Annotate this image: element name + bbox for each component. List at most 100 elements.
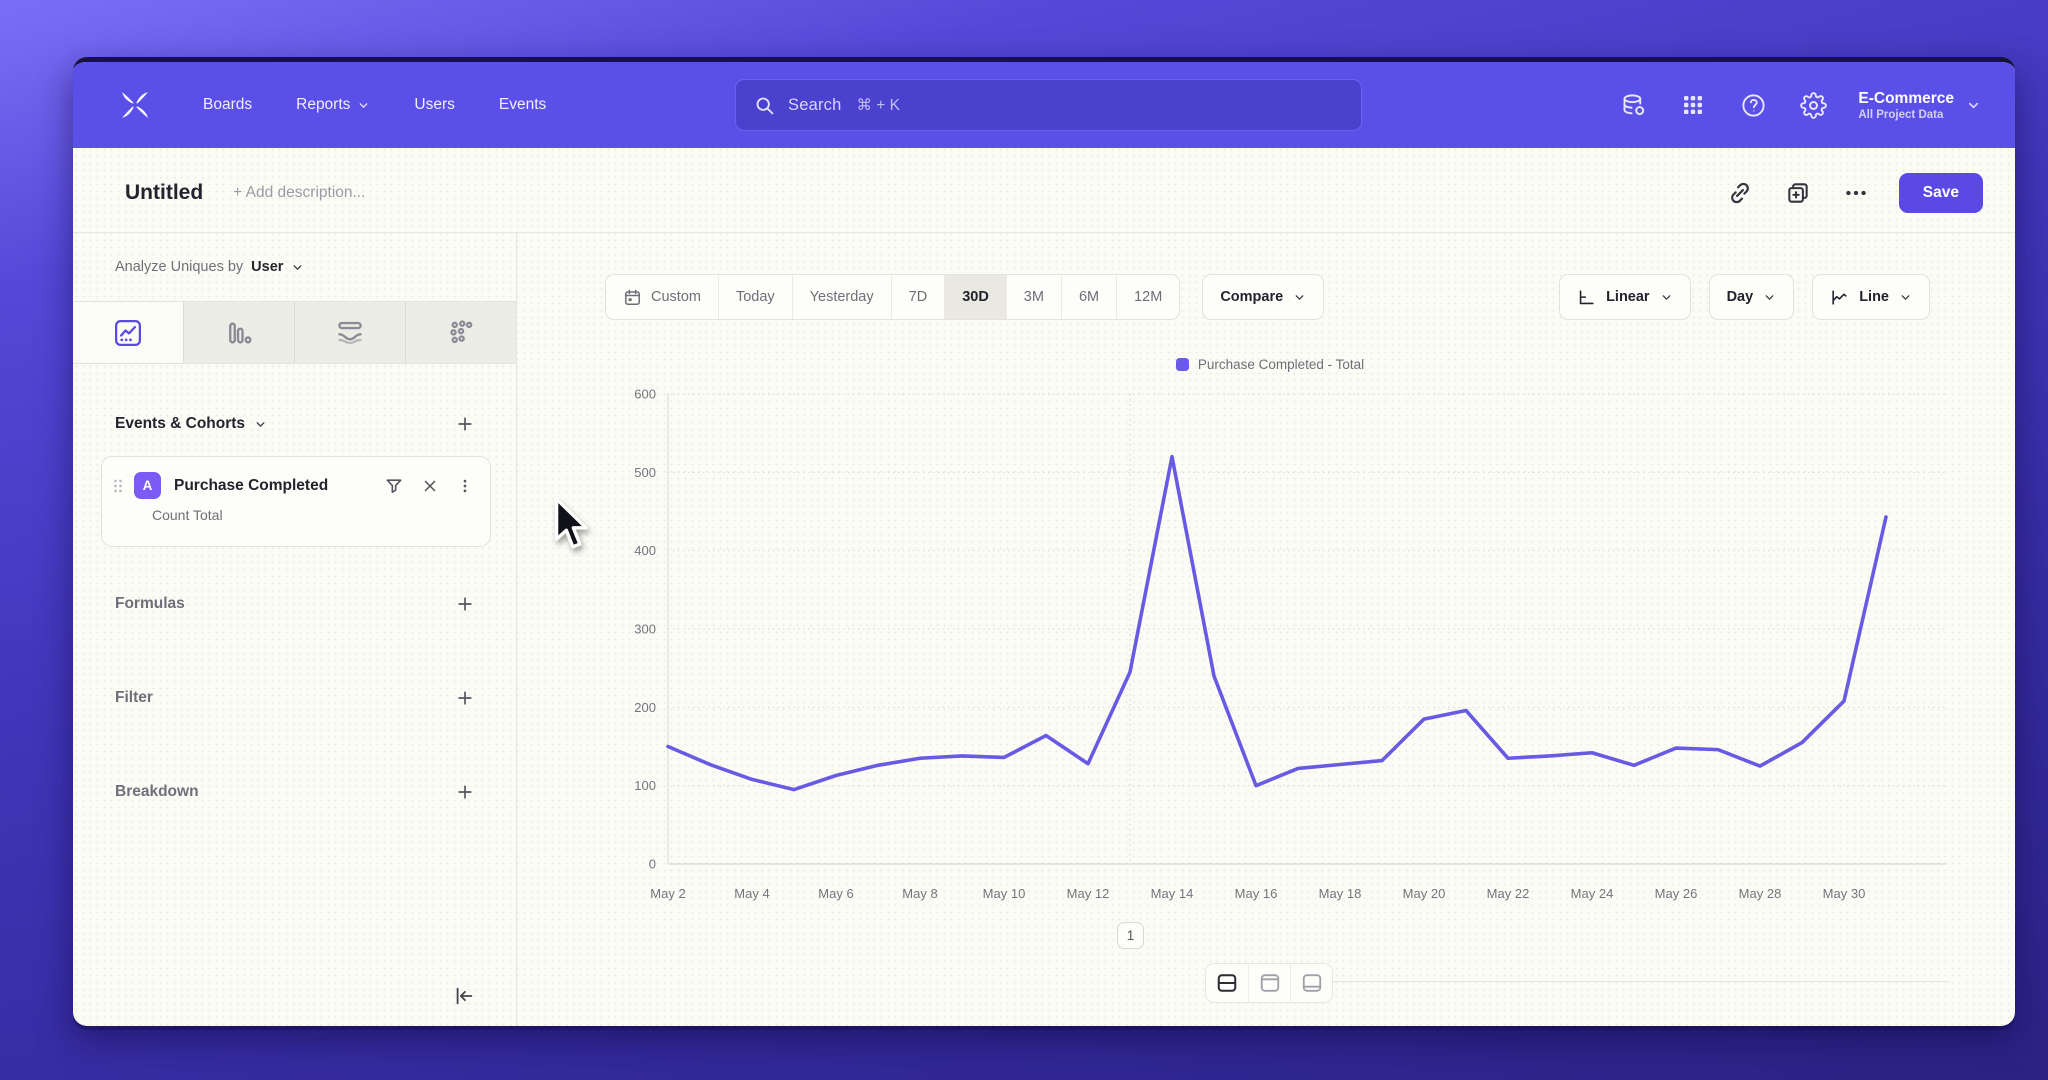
range-custom[interactable]: Custom [606, 275, 718, 319]
x-tick-label: May 12 [1067, 886, 1110, 901]
drag-handle-icon[interactable] [112, 477, 124, 495]
x-tick-label: May 28 [1739, 886, 1782, 901]
plus-icon [455, 688, 475, 708]
nav-item-users[interactable]: Users [396, 86, 472, 124]
range-6m[interactable]: 6M [1061, 275, 1116, 319]
workspace-switcher[interactable]: E-Commerce All Project Data [1858, 89, 1981, 120]
chevron-down-icon [1293, 291, 1306, 304]
event-aggregation[interactable]: Count Total [152, 507, 490, 523]
nav-item-reports[interactable]: Reports [278, 86, 388, 124]
tab-flows[interactable] [295, 302, 406, 363]
compare-button[interactable]: Compare [1202, 274, 1324, 320]
filter-section: Filter [115, 685, 478, 711]
legend-label: Purchase Completed - Total [1198, 357, 1364, 372]
linear-axis-icon [1577, 288, 1596, 307]
plus-icon [455, 414, 475, 434]
search-input[interactable]: Search ⌘ + K [735, 79, 1362, 131]
range-yesterday[interactable]: Yesterday [792, 275, 891, 319]
layout-top-bar-button[interactable] [1248, 964, 1290, 1002]
help-icon[interactable] [1738, 90, 1768, 120]
analyze-uniques-row: Analyze Uniques by User [115, 259, 304, 275]
events-cohorts-toggle[interactable]: Events & Cohorts [115, 415, 267, 433]
x-tick-label: May 26 [1655, 886, 1698, 901]
range-30d[interactable]: 30D [944, 275, 1006, 319]
collapse-sidebar-button[interactable] [450, 982, 478, 1010]
range-12m[interactable]: 12M [1116, 275, 1179, 319]
tab-line-chart[interactable] [73, 302, 184, 363]
plus-icon [455, 782, 475, 802]
events-cohorts-header: Events & Cohorts [115, 411, 478, 437]
search-icon [754, 95, 775, 116]
range-3m[interactable]: 3M [1006, 275, 1061, 319]
chevron-down-icon [1763, 291, 1776, 304]
x-tick-label: May 22 [1487, 886, 1530, 901]
x-tick-label: May 14 [1151, 886, 1194, 901]
layout-split-middle-icon [1216, 972, 1238, 994]
y-tick-label: 0 [649, 857, 656, 872]
layout-split-middle-button[interactable] [1206, 964, 1248, 1002]
apps-grid-icon[interactable] [1678, 90, 1708, 120]
legend-item[interactable]: Purchase Completed - Total [1176, 357, 1364, 372]
chevron-down-icon [1660, 291, 1673, 304]
x-tick-label: May 30 [1823, 886, 1866, 901]
add-filter-button[interactable] [452, 685, 478, 711]
chart-type-select[interactable]: Line [1812, 274, 1930, 320]
flows-icon [335, 318, 365, 348]
mixpanel-logo-icon[interactable] [113, 83, 157, 127]
line-type-icon [1830, 288, 1849, 307]
layout-toggle-group [1205, 963, 1333, 1003]
chevron-down-icon [254, 418, 267, 431]
analyze-prefix: Analyze Uniques by [115, 259, 243, 275]
chart-panel: CustomTodayYesterday7D30D3M6M12M Compare… [517, 233, 2015, 1026]
settings-gear-icon[interactable] [1798, 90, 1828, 120]
y-tick-label: 300 [634, 622, 656, 637]
layout-bottom-bar-button[interactable] [1290, 964, 1332, 1002]
nav-right-cluster: E-Commerce All Project Data [1618, 62, 1981, 148]
nav-item-events[interactable]: Events [481, 86, 564, 124]
series-line-purchase-completed[interactable] [668, 457, 1886, 790]
search-shortcut: ⌘ + K [856, 96, 900, 115]
workspace-scope: All Project Data [1858, 109, 1954, 121]
range-today[interactable]: Today [718, 275, 792, 319]
add-description[interactable]: + Add description... [233, 184, 365, 202]
scale-select[interactable]: Linear [1559, 274, 1691, 320]
add-event-button[interactable] [452, 411, 478, 437]
filter-funnel-icon[interactable] [384, 476, 404, 496]
formulas-section: Formulas [115, 591, 478, 617]
nav-items: BoardsReportsUsersEvents [185, 86, 564, 124]
chevron-down-icon [357, 99, 370, 112]
x-tick-label: May 24 [1571, 886, 1614, 901]
interval-select[interactable]: Day [1709, 274, 1795, 320]
x-tick-label: May 16 [1235, 886, 1278, 901]
nav-item-boards[interactable]: Boards [185, 86, 270, 124]
x-tick-label: May 2 [650, 886, 685, 901]
duplicate-icon[interactable] [1783, 178, 1813, 208]
legend-swatch [1176, 358, 1189, 371]
report-title[interactable]: Untitled [125, 181, 203, 205]
kebab-menu-icon[interactable] [456, 477, 474, 495]
page-indicator[interactable]: 1 [1117, 922, 1144, 949]
remove-event-icon[interactable] [421, 477, 439, 495]
data-management-icon[interactable] [1618, 90, 1648, 120]
y-tick-label: 600 [634, 387, 656, 402]
copy-link-icon[interactable] [1725, 178, 1755, 208]
add-formula-button[interactable] [452, 591, 478, 617]
event-card-purchase-completed[interactable]: A Purchase Completed Count Total [101, 456, 491, 547]
add-breakdown-button[interactable] [452, 779, 478, 805]
event-name[interactable]: Purchase Completed [174, 477, 328, 495]
range-7d[interactable]: 7D [891, 275, 945, 319]
tab-scatter[interactable] [406, 302, 516, 363]
save-button[interactable]: Save [1899, 173, 1983, 213]
breakdown-label: Breakdown [115, 783, 199, 801]
chart-legend: Purchase Completed - Total [590, 357, 1950, 376]
tab-bar-chart[interactable] [184, 302, 295, 363]
more-options-icon[interactable] [1841, 178, 1871, 208]
analyze-entity-select[interactable]: User [251, 259, 283, 275]
line-chart-icon [113, 318, 143, 348]
top-navbar: BoardsReportsUsersEvents Search ⌘ + K [73, 62, 2015, 148]
workspace-name: E-Commerce [1858, 89, 1954, 108]
search-placeholder: Search [788, 96, 841, 115]
y-tick-label: 100 [634, 778, 656, 793]
x-tick-label: May 10 [983, 886, 1026, 901]
line-chart[interactable]: 0100200300400500600May 2May 4May 6May 8M… [590, 386, 1950, 931]
